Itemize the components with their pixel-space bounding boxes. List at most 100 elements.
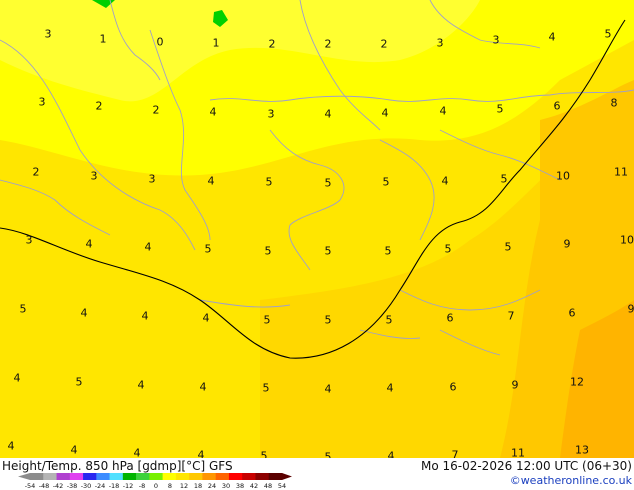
temperature-label: 5 [76,376,83,389]
temperature-label: 4 [86,238,93,251]
colorbar-segment [215,473,230,480]
temperature-label: 2 [153,104,160,117]
temperature-label: 4 [138,379,145,392]
temperature-label: 4 [442,175,449,188]
colorbar-tick-label: 18 [194,482,202,490]
temperature-label: 6 [447,312,454,325]
temperature-label: 4 [549,31,556,44]
colorbar-tick-label: 42 [250,482,258,490]
temperature-label: 4 [210,106,217,119]
colorbar-tick-label: -12 [123,482,134,490]
colorbar-tick-label: 38 [236,482,244,490]
temperature-label: 4 [81,307,88,320]
map-canvas: 3 1 0 1 2 2 2 3 3 4 53 2 2 4 3 4 4 4 5 6 82 3 3 4 5 5 5 4 5 10 113 4 4 5 5… [0,0,634,490]
colorbar-tick-label: -38 [67,482,78,490]
colorbar-tick-label: -54 [25,482,36,490]
colorbar-segment [162,473,177,480]
temperature-label: 5 [20,303,27,316]
temperature-label: 3 [39,96,46,109]
temperature-label: 5 [383,176,390,189]
colorbar-segment [122,473,137,480]
temperature-label: 7 [508,310,515,323]
temperature-label: 5 [386,314,393,327]
colorbar-segment [83,473,97,480]
temperature-label: 5 [266,176,273,189]
colorbar-tick-label: 24 [208,482,216,490]
temperature-label: 11 [614,166,628,179]
temperature-label: 1 [213,37,220,50]
temperature-label: 5 [325,177,332,190]
colorbar-segment [149,473,163,480]
colorbar-segment [255,473,270,480]
temperature-label: 0 [157,36,164,49]
temperature-label: 10 [620,234,634,247]
colorbar-segment [43,473,57,480]
temperature-label: 4 [14,372,21,385]
temperature-label: 3 [26,234,33,247]
temperature-label: 8 [611,97,618,110]
temperature-label: 3 [437,37,444,50]
colorbar-segment [242,473,256,480]
colorbar-tick-label: 54 [278,482,286,490]
temperature-label: 4 [387,382,394,395]
temperature-label: 5 [445,243,452,256]
colorbar-tick-label: 30 [222,482,230,490]
temperature-label: 2 [33,166,40,179]
temperature-label: 5 [385,245,392,258]
temperature-label: 4 [325,108,332,121]
temperature-label: 5 [263,382,270,395]
temperature-label: 4 [134,447,141,460]
colorbar-tick-label: -24 [95,482,106,490]
temperature-label: 6 [554,100,561,113]
forecast-datetime: Mo 16-02-2026 12:00 UTC (06+30) [421,459,632,473]
temperature-label: 1 [100,33,107,46]
colorbar-tick-label: -42 [53,482,64,490]
temperature-label: 5 [497,103,504,116]
colorbar-segment [175,473,190,480]
temperature-label: 6 [450,381,457,394]
temperature-label: 3 [493,34,500,47]
colorbar-segment [96,473,110,480]
temperature-label: 5 [325,314,332,327]
temperature-label: 5 [205,243,212,256]
temperature-label: 3 [149,173,156,186]
colorbar-tick-label: 0 [154,482,158,490]
temperature-label: 4 [440,105,447,118]
temperature-label: 5 [605,28,612,41]
temperature-label: 2 [96,100,103,113]
colorbar-segment [202,473,216,480]
temperature-label: 3 [268,108,275,121]
colorbar-segment [228,473,243,480]
temperature-label: 4 [142,310,149,323]
temperature-label: 4 [208,175,215,188]
colorbar-tick-label: -30 [81,482,92,490]
map-title: Height/Temp. 850 hPa [gdmp][°C] GFS [2,459,233,473]
temperature-label: 5 [325,245,332,258]
temperature-label: 5 [501,173,508,186]
temperature-label: 5 [505,241,512,254]
temperature-label: 4 [145,241,152,254]
temperature-label: 4 [382,107,389,120]
colorbar-segment [30,473,44,480]
weather-map: 3 1 0 1 2 2 2 3 3 4 5 3 2 2 4 3 4 4 4 5 6 8 2 3 3 4 5 5 5 4 5 10 11 3 4 4 5 5… [0,0,634,490]
temperature-label: 9 [564,238,571,251]
colorbar-tick-label: 48 [264,482,272,490]
temperature-label: 3 [45,28,52,41]
temperature-label: 6 [569,307,576,320]
temperature-colorbar: -54 -48 -42 -38 -30 -24 -18 -12 -8 0 8 12 18 24 30 38 42… [18,473,292,490]
colorbar-segment [136,473,150,480]
temperature-label: 4 [8,440,15,453]
colorbar-tick-label: 8 [168,482,172,490]
credit-link[interactable]: ©weatheronline.co.uk [510,474,633,487]
temperature-label: 4 [325,383,332,396]
temperature-label: 3 [91,170,98,183]
colorbar-segment [189,473,203,480]
colorbar-tick-label: -18 [109,482,120,490]
colorbar-tick-label: -8 [139,482,145,490]
colorbar-tick-label: -48 [39,482,50,490]
colorbar-segment [109,473,124,480]
temperature-label: 12 [570,376,584,389]
colorbar-segment [268,473,283,480]
colorbar-segment [56,473,71,480]
temperature-label: 11 [511,447,525,460]
